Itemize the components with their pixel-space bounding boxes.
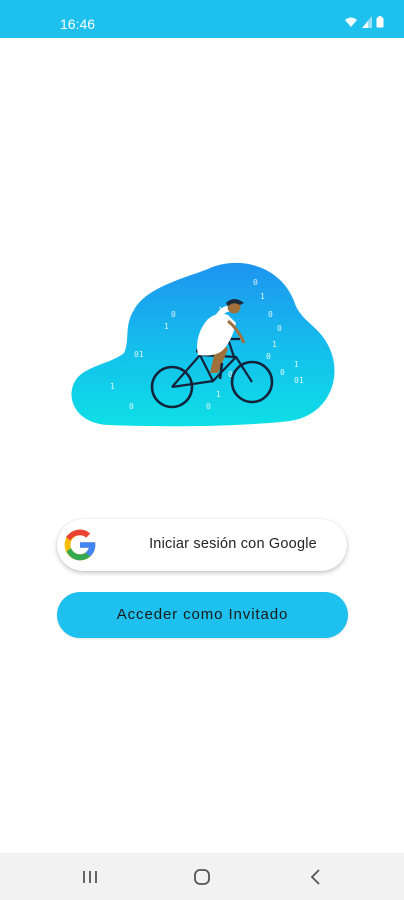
home-button[interactable] xyxy=(182,861,222,893)
digit: 0 xyxy=(171,310,176,319)
cyclist-cloud-illustration: 0 1 0 1 01 1 0 0 1 0 0 1 0 1 0 01 0 1 xyxy=(71,262,335,427)
status-icons xyxy=(344,16,384,28)
digit: 1 xyxy=(216,390,221,399)
digit: 1 xyxy=(260,292,265,301)
back-button[interactable] xyxy=(296,861,336,893)
status-bar: 16:46 xyxy=(0,0,404,38)
digit: 0 xyxy=(206,402,211,411)
recent-apps-icon xyxy=(83,871,97,883)
digit: 1 xyxy=(164,322,169,331)
digit: 0 xyxy=(129,402,134,411)
guest-access-label: Acceder como Invitado xyxy=(116,606,289,623)
digit: 0 xyxy=(266,352,271,361)
digit: 0 xyxy=(280,368,285,377)
home-icon xyxy=(194,869,210,885)
back-icon xyxy=(310,869,320,885)
digit: 01 xyxy=(294,376,304,385)
recent-apps-button[interactable] xyxy=(70,861,110,893)
guest-access-button[interactable]: Acceder como Invitado xyxy=(57,592,348,638)
digit: 0 xyxy=(268,310,273,319)
digit: 1 xyxy=(272,340,277,349)
wifi-icon xyxy=(345,17,357,27)
google-signin-label: Iniciar sesión con Google xyxy=(149,536,317,552)
digit: 1 xyxy=(294,360,299,369)
digit: 0 xyxy=(253,278,258,287)
google-logo-icon xyxy=(64,529,96,561)
google-signin-button[interactable]: Iniciar sesión con Google xyxy=(57,519,347,571)
digit: 1 xyxy=(110,382,115,391)
status-time: 16:46 xyxy=(60,16,96,32)
battery-icon xyxy=(376,16,384,28)
navigation-bar xyxy=(0,853,404,900)
digit: 0 xyxy=(277,324,282,333)
digit: 01 xyxy=(134,350,144,359)
signal-icon xyxy=(362,16,372,28)
login-screen: 16:46 0 1 0 1 01 1 0 0 1 0 0 1 0 1 0 01 … xyxy=(0,0,404,900)
